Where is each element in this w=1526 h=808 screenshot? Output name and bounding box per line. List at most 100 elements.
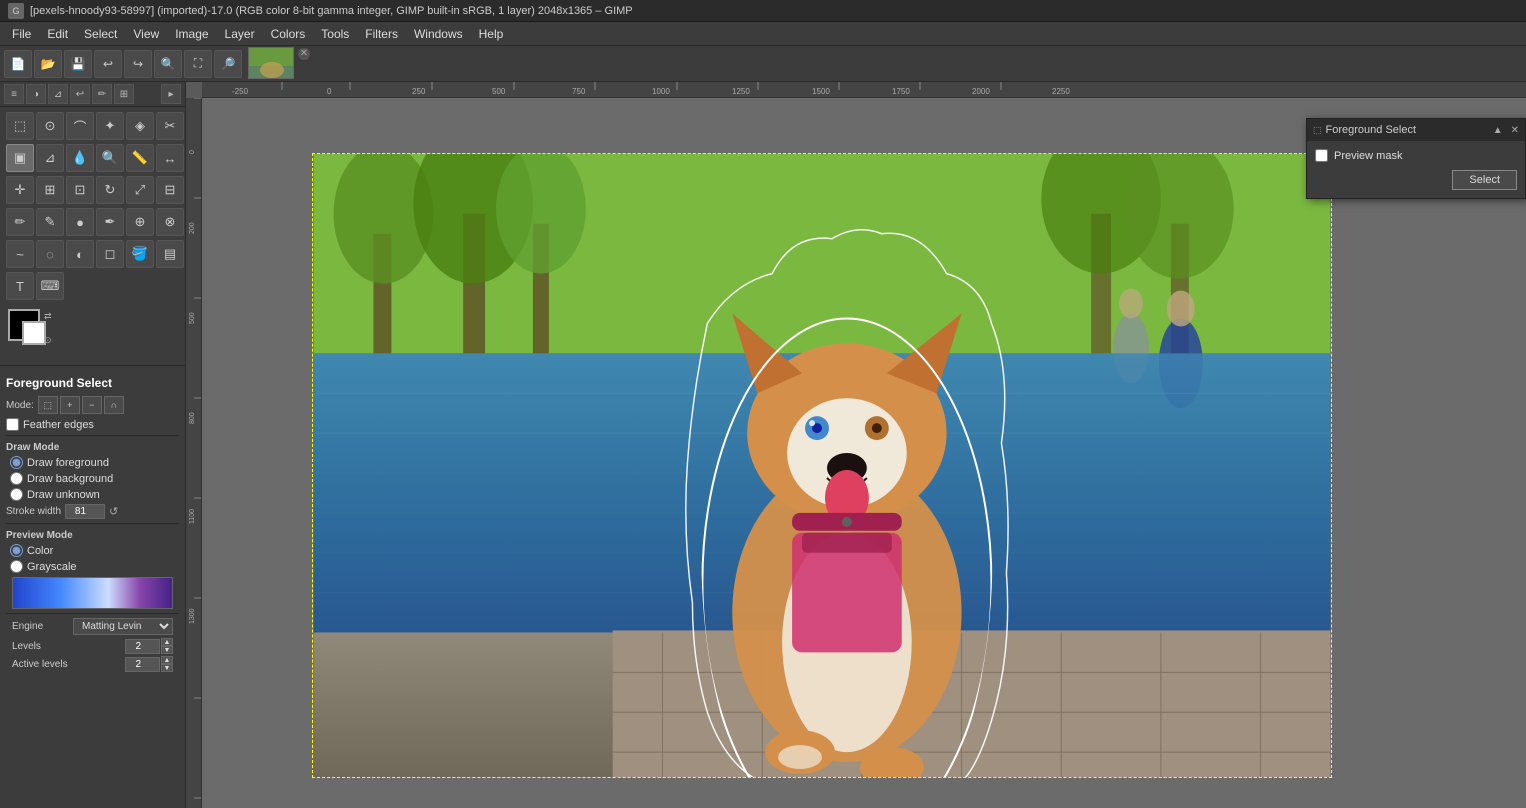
preview-color-label: Color [27, 545, 53, 557]
fg-dialog-close-icon[interactable]: ✕ [1511, 125, 1519, 136]
tool-crop[interactable]: ⊡ [66, 176, 94, 204]
zoom-out-button[interactable]: 🔍 [154, 50, 182, 78]
tool-gradient[interactable]: ▤ [156, 240, 184, 268]
color-swatch[interactable]: ⇄ ⊙ [8, 309, 68, 357]
panel-icon-undo[interactable]: ↩ [70, 84, 90, 104]
open-file-button[interactable]: 📂 [34, 50, 62, 78]
tool-scissors[interactable]: ✂ [156, 112, 184, 140]
levels-down-btn[interactable]: ▼ [161, 646, 173, 654]
tool-fill[interactable]: 🪣 [126, 240, 154, 268]
menu-help[interactable]: Help [471, 25, 512, 43]
mode-intersect-btn[interactable]: ∩ [104, 396, 124, 414]
menu-select[interactable]: Select [76, 25, 125, 43]
tool-zoom[interactable]: 🔍 [96, 144, 124, 172]
tool-measure[interactable]: 📏 [126, 144, 154, 172]
reset-colors-button[interactable]: ⊙ [44, 335, 52, 346]
menu-windows[interactable]: Windows [406, 25, 471, 43]
draw-foreground-radio[interactable] [10, 456, 23, 469]
horizontal-ruler: -250 0 250 500 750 1000 1250 1500 1750 2… [202, 82, 1526, 98]
tool-clone[interactable]: ⊗ [156, 208, 184, 236]
new-file-button[interactable]: 📄 [4, 50, 32, 78]
tool-blur[interactable]: ◌ [36, 240, 64, 268]
active-levels-input[interactable] [125, 657, 160, 672]
canvas-area: -250 0 250 500 750 1000 1250 1500 1750 2… [186, 82, 1526, 808]
tool-by-color[interactable]: ◈ [126, 112, 154, 140]
tool-script[interactable]: ⌨ [36, 272, 64, 300]
draw-background-label: Draw background [27, 473, 113, 485]
preview-color-radio[interactable] [10, 544, 23, 557]
tool-smudge[interactable]: ~ [6, 240, 34, 268]
tool-move[interactable]: ✛ [6, 176, 34, 204]
preview-mode-title: Preview Mode [6, 530, 179, 541]
menu-layer[interactable]: Layer [217, 25, 263, 43]
menu-colors[interactable]: Colors [263, 25, 314, 43]
menu-view[interactable]: View [125, 25, 167, 43]
stroke-width-refresh-btn[interactable]: ↺ [109, 505, 118, 518]
save-button[interactable]: 💾 [64, 50, 92, 78]
tool-free-select[interactable]: ⌒ [66, 112, 94, 140]
background-color[interactable] [22, 321, 46, 345]
tool-transform[interactable]: ↔ [156, 144, 184, 172]
fg-dialog-arrow-icon[interactable]: ▲ [1493, 125, 1503, 136]
menu-filters[interactable]: Filters [357, 25, 406, 43]
image-thumbnail[interactable] [248, 47, 294, 79]
svg-text:1100: 1100 [189, 509, 196, 524]
mode-subtract-btn[interactable]: − [82, 396, 102, 414]
tool-rotate[interactable]: ↻ [96, 176, 124, 204]
tool-eraser[interactable]: ◻ [96, 240, 124, 268]
tool-foreground-select[interactable]: ▣ [6, 144, 34, 172]
active-levels-down-btn[interactable]: ▼ [161, 664, 173, 672]
svg-text:750: 750 [572, 87, 586, 96]
color-preview-bar [12, 577, 173, 609]
tool-paths[interactable]: ⊿ [36, 144, 64, 172]
feather-edges-checkbox[interactable] [6, 418, 19, 431]
menu-file[interactable]: File [4, 25, 39, 43]
tool-ellipse-select[interactable]: ⊙ [36, 112, 64, 140]
panel-icon-paths[interactable]: ⊿ [48, 84, 68, 104]
active-levels-up-btn[interactable]: ▲ [161, 656, 173, 664]
tool-align[interactable]: ⊞ [36, 176, 64, 204]
tool-shear[interactable]: ⊟ [156, 176, 184, 204]
image-canvas[interactable] [312, 153, 1332, 778]
preview-color-row: Color [6, 544, 179, 557]
panel-icon-patterns[interactable]: ⊞ [114, 84, 134, 104]
mode-add-btn[interactable]: + [60, 396, 80, 414]
tool-pencil[interactable]: ✎ [36, 208, 64, 236]
swap-colors-button[interactable]: ⇄ [44, 311, 52, 322]
tool-text[interactable]: T [6, 272, 34, 300]
tool-heal[interactable]: ⊕ [126, 208, 154, 236]
tool-dodge-burn[interactable]: ◐ [66, 240, 94, 268]
preview-grayscale-radio[interactable] [10, 560, 23, 573]
canvas-viewport[interactable]: ⬚ Foreground Select ▲ ✕ Preview mask Sel… [202, 98, 1526, 808]
tool-airbrush[interactable]: ● [66, 208, 94, 236]
menu-tools[interactable]: Tools [313, 25, 357, 43]
stroke-width-input[interactable] [65, 504, 105, 519]
thumbnail-close[interactable]: ✕ [298, 48, 310, 60]
panel-menu-button[interactable]: ▸ [161, 84, 181, 104]
tool-rect-select[interactable]: ⬚ [6, 112, 34, 140]
tool-fuzzy-select[interactable]: ✦ [96, 112, 124, 140]
draw-mode-title: Draw Mode [6, 442, 179, 453]
levels-input[interactable] [125, 639, 160, 654]
undo-button[interactable]: ↩ [94, 50, 122, 78]
panel-icon-layers[interactable]: ≡ [4, 84, 24, 104]
zoom-fit-button[interactable]: ⛶ [184, 50, 212, 78]
menu-image[interactable]: Image [167, 25, 216, 43]
panel-icon-channels[interactable]: ◑ [26, 84, 46, 104]
redo-button[interactable]: ↪ [124, 50, 152, 78]
engine-select[interactable]: Matting Levin Matting Global [73, 618, 173, 635]
select-button[interactable]: Select [1452, 170, 1517, 190]
draw-unknown-radio[interactable] [10, 488, 23, 501]
tool-scale[interactable]: ⤢ [126, 176, 154, 204]
tool-ink[interactable]: ✒ [96, 208, 124, 236]
tool-paintbrush[interactable]: ✏ [6, 208, 34, 236]
panel-icon-brushes[interactable]: ✏ [92, 84, 112, 104]
menu-edit[interactable]: Edit [39, 25, 76, 43]
zoom-in-button[interactable]: 🔎 [214, 50, 242, 78]
draw-background-radio[interactable] [10, 472, 23, 485]
svg-text:1000: 1000 [652, 87, 670, 96]
mode-replace-btn[interactable]: ⬚ [38, 396, 58, 414]
preview-mask-checkbox[interactable] [1315, 149, 1328, 162]
tool-color-picker[interactable]: 💧 [66, 144, 94, 172]
levels-up-btn[interactable]: ▲ [161, 638, 173, 646]
